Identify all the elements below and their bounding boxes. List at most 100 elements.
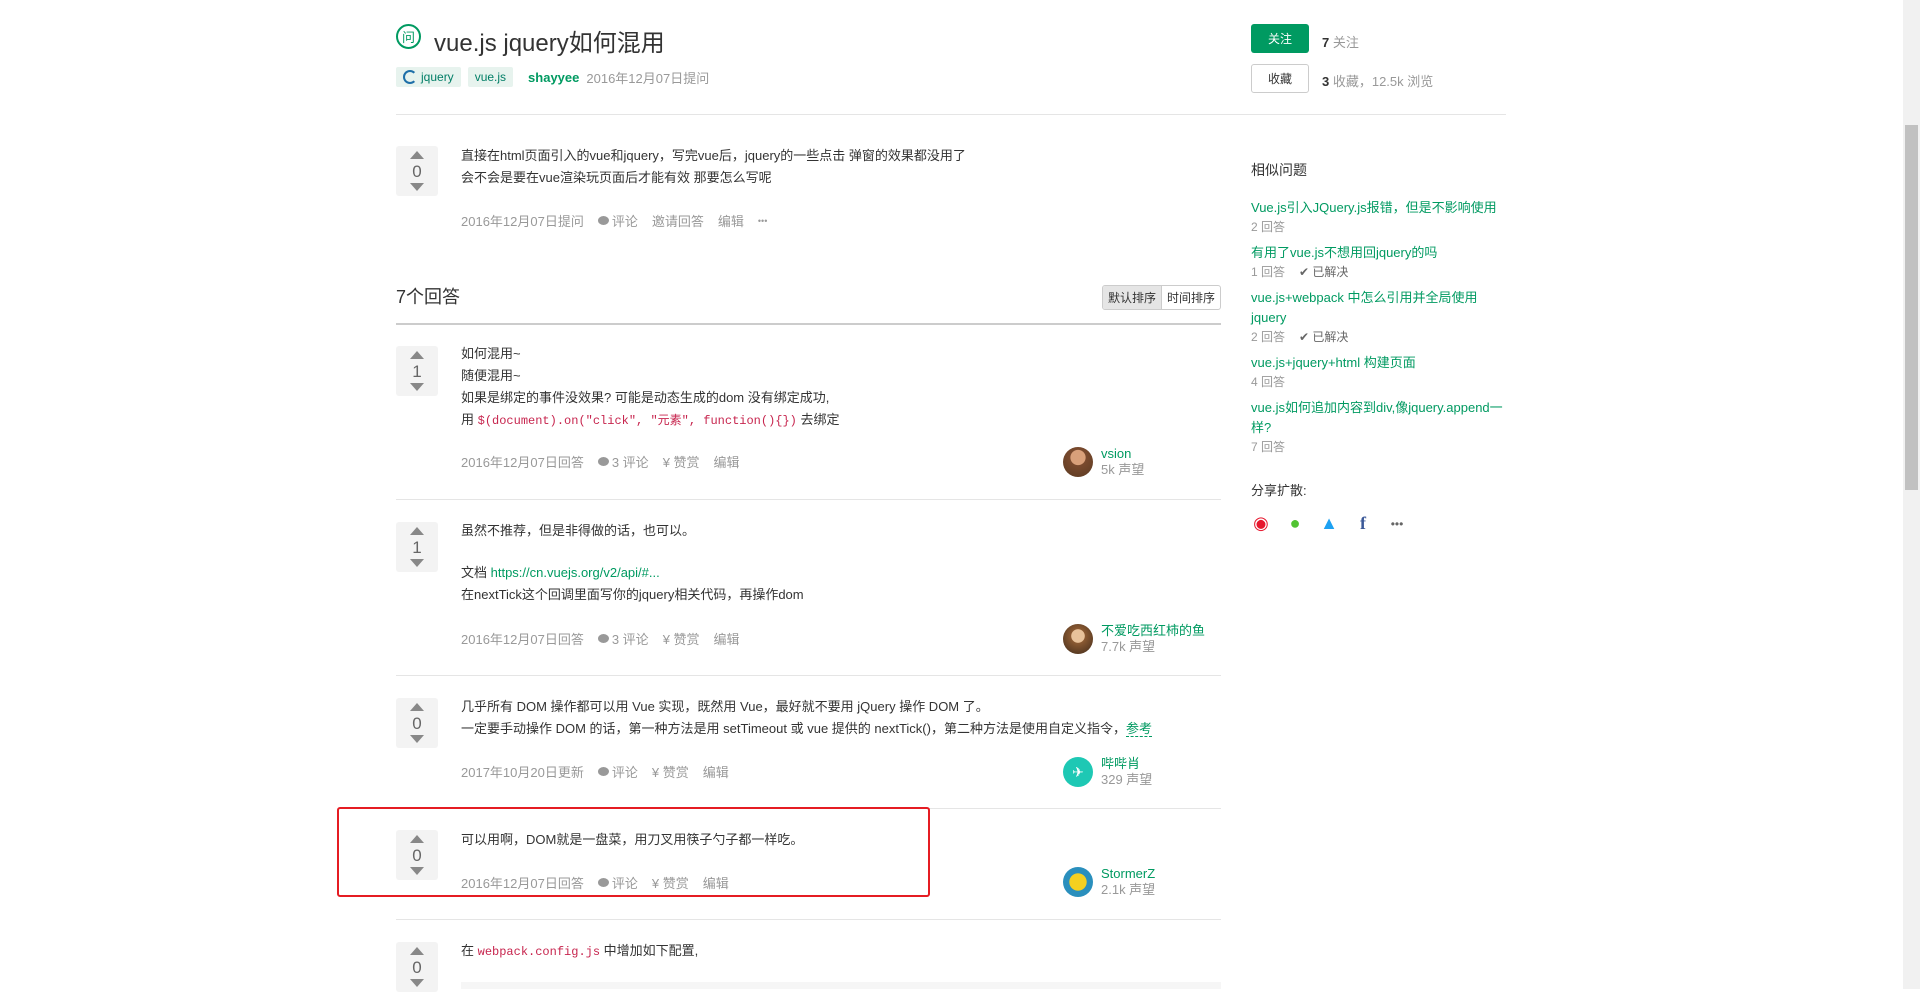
edit-link[interactable]: 编辑 (714, 629, 740, 648)
upvote-arrow-icon[interactable] (410, 351, 424, 359)
answer-user: 不爱吃西红柿的鱼 7.7k 声望 (1063, 623, 1205, 655)
user-name[interactable]: 哔哔肖 (1101, 756, 1152, 772)
answer-user: ✈ 哔哔肖 329 声望 (1063, 756, 1152, 788)
vote-count: 0 (412, 162, 422, 181)
downvote-arrow-icon[interactable] (410, 559, 424, 567)
similar-question-link[interactable]: vue.js+jquery+html 构建页面 (1251, 353, 1506, 373)
answer-body: 如何混用~ 随便混用~ 如果是绑定的事件没效果? 可能是动态生成的dom 没有绑… (461, 346, 840, 428)
vote-count: 1 (412, 538, 422, 557)
follow-count: 7 关注 (1322, 35, 1359, 50)
jquery-logo-icon (403, 70, 417, 84)
downvote-arrow-icon[interactable] (410, 383, 424, 391)
comment-link[interactable]: 3 评论 (597, 452, 649, 471)
question-body: 直接在html页面引入的vue和jquery，写完vue后，jquery的一些点… (461, 148, 966, 185)
avatar[interactable] (1063, 447, 1093, 477)
downvote-arrow-icon[interactable] (410, 735, 424, 743)
avatar[interactable] (1063, 867, 1093, 897)
tag-vuejs[interactable]: vue.js (467, 67, 514, 87)
answer-body: 可以用啊，DOM就是一盘菜，用刀叉用筷子勺子都一样吃。 (461, 832, 804, 847)
upvote-arrow-icon[interactable] (410, 151, 424, 159)
tag-jquery[interactable]: jquery (396, 67, 461, 87)
similar-question: vue.js+jquery+html 构建页面 4 回答 (1251, 353, 1506, 391)
similar-questions-title: 相似问题 (1251, 162, 1307, 178)
reward-link[interactable]: ¥ 赞赏 (652, 873, 689, 892)
user-name[interactable]: vsion (1101, 446, 1144, 462)
sort-default-button[interactable]: 默认排序 (1102, 286, 1162, 309)
comment-link[interactable]: 3 评论 (597, 629, 649, 648)
upvote-arrow-icon[interactable] (410, 835, 424, 843)
divider (396, 499, 1221, 500)
comment-link[interactable]: 评论 (597, 873, 638, 892)
edit-link[interactable]: 编辑 (703, 762, 729, 781)
reward-link[interactable]: ¥ 赞赏 (652, 762, 689, 781)
sort-time-button[interactable]: 时间排序 (1162, 286, 1220, 309)
similar-question: vue.js如何追加内容到div,像jquery.append一样? 7 回答 (1251, 398, 1506, 456)
follow-button[interactable]: 关注 (1251, 24, 1309, 53)
downvote-arrow-icon[interactable] (410, 867, 424, 875)
upvote-arrow-icon[interactable] (410, 703, 424, 711)
invite-answer-link[interactable]: 邀请回答 (652, 211, 704, 230)
similar-question: vue.js+webpack 中怎么引用并全局使用jquery 2 回答 ✔ 已解… (1251, 288, 1506, 346)
answer-time: 2017年10月20日更新 (461, 765, 584, 780)
edit-link[interactable]: 编辑 (718, 211, 744, 230)
edit-link[interactable]: 编辑 (714, 452, 740, 471)
weibo-icon[interactable]: ◉ (1251, 513, 1271, 534)
similar-question: Vue.js引入JQuery.js报错，但是不影响使用 2 回答 (1251, 198, 1506, 236)
question-meta: jquery vue.js shayyee 2016年12月07日提问 (396, 67, 709, 87)
divider (396, 675, 1221, 676)
answer-body: 在 webpack.config.js 中增加如下配置, (461, 943, 699, 959)
user-name[interactable]: StormerZ (1101, 866, 1155, 882)
answer-actions: 2017年10月20日更新 评论 ¥ 赞赏 编辑 (461, 762, 729, 781)
scrollbar-track[interactable] (1903, 0, 1920, 989)
collect-view-count: 3 收藏，12.5k 浏览 (1322, 74, 1434, 89)
comment-link[interactable]: 评论 (597, 762, 638, 781)
solved-badge: ✔ 已解决 (1299, 265, 1349, 279)
vote-count: 0 (412, 714, 422, 733)
similar-question: 有用了vue.js不想用回jquery的吗 1 回答 ✔ 已解决 (1251, 243, 1506, 281)
reward-link[interactable]: ¥ 赞赏 (663, 452, 700, 471)
answer-actions: 2016年12月07日回答 3 评论 ¥ 赞赏 编辑 (461, 629, 740, 648)
question-icon: 问 (396, 24, 421, 49)
answer-body: 虽然不推荐，但是非得做的话，也可以。 文档 https://cn.vuejs.o… (461, 523, 804, 602)
comment-link[interactable]: 评论 (597, 211, 638, 230)
user-reputation: 329 声望 (1101, 772, 1153, 787)
more-icon[interactable]: ••• (1387, 517, 1407, 531)
avatar[interactable]: ✈ (1063, 757, 1093, 787)
comment-icon (597, 634, 609, 643)
upvote-arrow-icon[interactable] (410, 527, 424, 535)
sort-toggle: 默认排序 时间排序 (1101, 285, 1221, 310)
vote-count: 0 (412, 846, 422, 865)
edit-link[interactable]: 编辑 (703, 873, 729, 892)
reference-link[interactable]: 参考 (1125, 721, 1152, 737)
inline-code: $(document).on("click", "元素", function()… (477, 414, 797, 428)
user-reputation: 2.1k 声望 (1101, 882, 1156, 897)
share-icons: ◉ ● ▲ f ••• (1251, 513, 1506, 534)
answer-time: 2016年12月07日回答 (461, 876, 584, 891)
reward-link[interactable]: ¥ 赞赏 (663, 629, 700, 648)
facebook-icon[interactable]: f (1353, 513, 1373, 534)
similar-question-link[interactable]: vue.js如何追加内容到div,像jquery.append一样? (1251, 398, 1506, 438)
scrollbar-thumb[interactable] (1905, 125, 1918, 490)
similar-question-link[interactable]: 有用了vue.js不想用回jquery的吗 (1251, 243, 1506, 263)
upvote-arrow-icon[interactable] (410, 947, 424, 955)
similar-question-link[interactable]: vue.js+webpack 中怎么引用并全局使用jquery (1251, 288, 1506, 328)
more-icon[interactable]: ••• (758, 216, 767, 226)
twitter-icon[interactable]: ▲ (1319, 513, 1339, 534)
question-author[interactable]: shayyee (528, 70, 579, 85)
vote-count: 1 (412, 362, 422, 381)
question-asked-time: 2016年12月07日提问 (586, 70, 710, 86)
wechat-icon[interactable]: ● (1285, 513, 1305, 534)
answer-actions: 2016年12月07日回答 评论 ¥ 赞赏 编辑 (461, 873, 729, 892)
user-name[interactable]: 不爱吃西红柿的鱼 (1101, 623, 1205, 639)
downvote-arrow-icon[interactable] (410, 183, 424, 191)
collect-button[interactable]: 收藏 (1251, 64, 1309, 93)
doc-link[interactable]: https://cn.vuejs.org/v2/api/#... (491, 565, 660, 580)
avatar[interactable] (1063, 624, 1093, 654)
comment-icon (597, 767, 609, 776)
question-time: 2016年12月07日提问 (461, 214, 584, 229)
answer-time: 2016年12月07日回答 (461, 632, 584, 647)
downvote-arrow-icon[interactable] (410, 979, 424, 987)
answer-user: vsion 5k 声望 (1063, 446, 1144, 478)
similar-question-link[interactable]: Vue.js引入JQuery.js报错，但是不影响使用 (1251, 198, 1506, 218)
answers-header: 7个回答 默认排序 时间排序 (396, 281, 1221, 325)
